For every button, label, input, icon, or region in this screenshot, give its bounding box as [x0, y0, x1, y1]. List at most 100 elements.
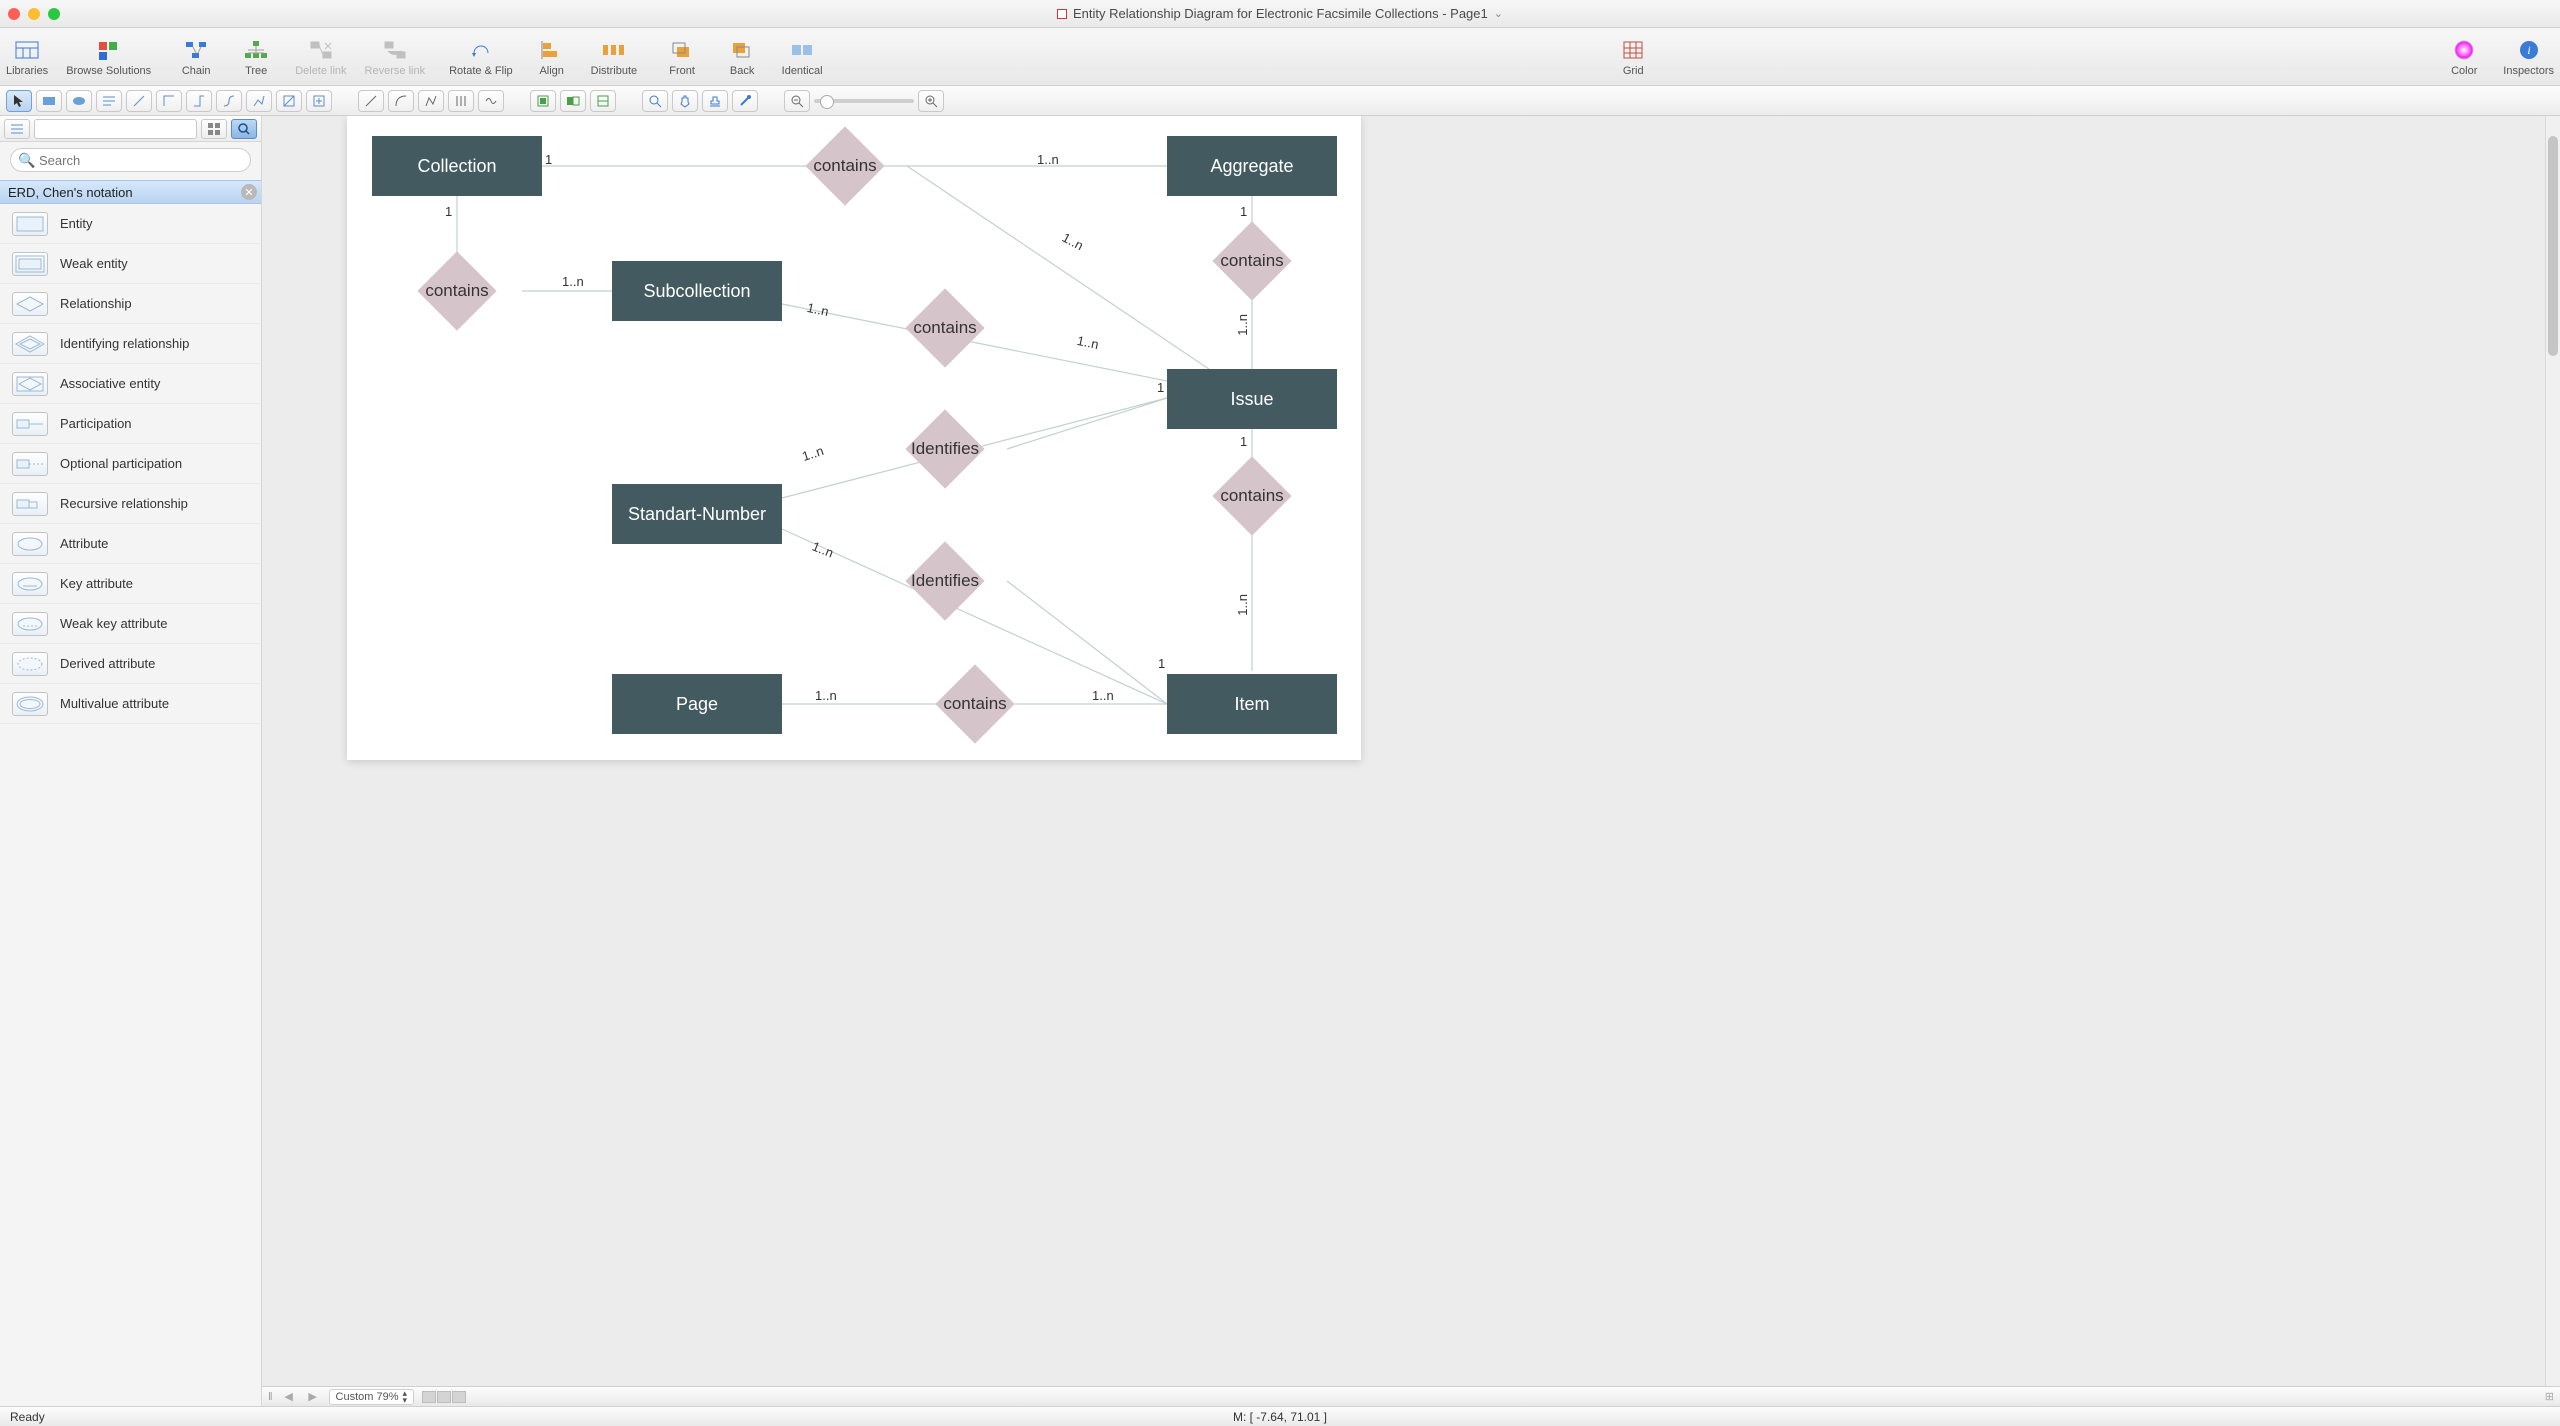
- grid-button[interactable]: Grid: [1612, 37, 1654, 77]
- rel-contains-subcoll-issue[interactable]: contains: [917, 300, 973, 356]
- lib-item-relationship[interactable]: Relationship: [0, 284, 261, 324]
- connector-tool-5[interactable]: [246, 90, 272, 112]
- lib-item-optional-participation[interactable]: Optional participation: [0, 444, 261, 484]
- identical-label: Identical: [782, 65, 823, 77]
- rel-identifies-stdno-item[interactable]: Identifies: [917, 553, 973, 609]
- stamp-tool[interactable]: [702, 90, 728, 112]
- libraries-button[interactable]: Libraries: [6, 37, 48, 77]
- vertical-scrollbar[interactable]: [2545, 116, 2560, 1386]
- entity-item[interactable]: Item: [1167, 674, 1337, 734]
- tree-button[interactable]: Tree: [235, 37, 277, 77]
- rotate-flip-button[interactable]: Rotate & Flip: [449, 37, 513, 77]
- connector-tool-4[interactable]: [216, 90, 242, 112]
- entity-page[interactable]: Page: [612, 674, 782, 734]
- lib-item-key-attribute[interactable]: Key attribute: [0, 564, 261, 604]
- connector-tool-3[interactable]: [186, 90, 212, 112]
- color-button[interactable]: Color: [2443, 37, 2485, 77]
- back-button[interactable]: Back: [721, 37, 763, 77]
- zoom-combo[interactable]: Custom 79% ▴▾: [329, 1389, 415, 1405]
- resize-grip-icon[interactable]: ⊞: [2545, 1390, 2554, 1403]
- card-label: 1: [445, 204, 452, 219]
- prev-page-button[interactable]: ◀: [281, 1390, 297, 1403]
- search-input[interactable]: [10, 148, 251, 172]
- identical-button[interactable]: Identical: [781, 37, 823, 77]
- line-tool-5[interactable]: [478, 90, 504, 112]
- lib-item-label: Weak key attribute: [60, 616, 167, 631]
- zoom-stepper-icon[interactable]: ▴▾: [403, 1390, 408, 1404]
- lib-item-participation[interactable]: Participation: [0, 404, 261, 444]
- drawing-page[interactable]: Collection Aggregate Subcollection Issue…: [347, 116, 1361, 760]
- inspectors-button[interactable]: i Inspectors: [2503, 37, 2554, 77]
- pointer-tool[interactable]: [6, 90, 32, 112]
- entity-subcollection[interactable]: Subcollection: [612, 261, 782, 321]
- rel-contains-issue-item[interactable]: contains: [1224, 468, 1280, 524]
- entity-label: Aggregate: [1210, 156, 1293, 177]
- close-library-icon[interactable]: ✕: [241, 184, 257, 200]
- rect-tool[interactable]: [36, 90, 62, 112]
- group-tool-1[interactable]: [530, 90, 556, 112]
- group-tool-2[interactable]: [560, 90, 586, 112]
- front-button[interactable]: Front: [661, 37, 703, 77]
- lib-item-weak-entity[interactable]: Weak entity: [0, 244, 261, 284]
- zoom-tool[interactable]: [642, 90, 668, 112]
- distribute-button[interactable]: Distribute: [591, 37, 637, 77]
- entity-collection[interactable]: Collection: [372, 136, 542, 196]
- library-sidebar: 🔍 ERD, Chen's notation ✕ Entity Weak ent…: [0, 116, 262, 1406]
- zoom-out-button[interactable]: [784, 90, 810, 112]
- library-header[interactable]: ERD, Chen's notation ✕: [0, 180, 261, 204]
- entity-label: Standart-Number: [628, 504, 766, 525]
- insert-tool[interactable]: [306, 90, 332, 112]
- browse-solutions-button[interactable]: Browse Solutions: [66, 37, 151, 77]
- lib-item-recursive-relationship[interactable]: Recursive relationship: [0, 484, 261, 524]
- lib-item-associative-entity[interactable]: Associative entity: [0, 364, 261, 404]
- entity-standart-number[interactable]: Standart-Number: [612, 484, 782, 544]
- rel-label: Identifies: [911, 571, 979, 591]
- card-label: 1: [1158, 656, 1165, 671]
- back-label: Back: [730, 65, 754, 77]
- lib-item-derived-attribute[interactable]: Derived attribute: [0, 644, 261, 684]
- next-page-button[interactable]: ▶: [305, 1390, 321, 1403]
- lib-item-attribute[interactable]: Attribute: [0, 524, 261, 564]
- sidebar-mini-search[interactable]: [34, 119, 197, 139]
- color-label: Color: [2451, 65, 2477, 77]
- connector-tool-1[interactable]: [126, 90, 152, 112]
- rel-contains-agg-issue[interactable]: contains: [1224, 233, 1280, 289]
- canvas-scroll[interactable]: Collection Aggregate Subcollection Issue…: [262, 116, 2560, 1386]
- entity-label: Collection: [417, 156, 496, 177]
- text-tool[interactable]: [96, 90, 122, 112]
- rel-identifies-stdno-issue[interactable]: Identifies: [917, 421, 973, 477]
- rel-contains-coll-agg[interactable]: contains: [817, 138, 873, 194]
- eyedropper-tool[interactable]: [732, 90, 758, 112]
- zoom-in-button[interactable]: [918, 90, 944, 112]
- chain-label: Chain: [182, 65, 211, 77]
- entity-aggregate[interactable]: Aggregate: [1167, 136, 1337, 196]
- lib-item-entity[interactable]: Entity: [0, 204, 261, 244]
- sidebar-mode-1[interactable]: [4, 119, 30, 139]
- lib-item-weak-key-attribute[interactable]: Weak key attribute: [0, 604, 261, 644]
- rel-label: contains: [913, 318, 976, 338]
- lib-item-identifying-relationship[interactable]: Identifying relationship: [0, 324, 261, 364]
- line-tool-2[interactable]: [388, 90, 414, 112]
- sidebar-grid-mode[interactable]: [201, 119, 227, 139]
- view-mode-segment[interactable]: [422, 1391, 466, 1403]
- align-button[interactable]: Align: [531, 37, 573, 77]
- zoom-slider[interactable]: [814, 99, 914, 103]
- line-tool-4[interactable]: [448, 90, 474, 112]
- lib-item-multivalue-attribute[interactable]: Multivalue attribute: [0, 684, 261, 724]
- line-tool-3[interactable]: [418, 90, 444, 112]
- chain-button[interactable]: Chain: [175, 37, 217, 77]
- rel-label: contains: [1220, 486, 1283, 506]
- group-tool-3[interactable]: [590, 90, 616, 112]
- lib-item-label: Derived attribute: [60, 656, 155, 671]
- title-dropdown-icon[interactable]: ⌄: [1494, 7, 1503, 20]
- pan-tool[interactable]: [672, 90, 698, 112]
- rel-contains-page-item[interactable]: contains: [947, 676, 1003, 732]
- sidebar-search-mode[interactable]: [231, 119, 257, 139]
- connector-tool-6[interactable]: [276, 90, 302, 112]
- rel-contains-coll-subcoll[interactable]: contains: [429, 263, 485, 319]
- browse-solutions-label: Browse Solutions: [66, 65, 151, 77]
- entity-issue[interactable]: Issue: [1167, 369, 1337, 429]
- ellipse-tool[interactable]: [66, 90, 92, 112]
- connector-tool-2[interactable]: [156, 90, 182, 112]
- line-tool-1[interactable]: [358, 90, 384, 112]
